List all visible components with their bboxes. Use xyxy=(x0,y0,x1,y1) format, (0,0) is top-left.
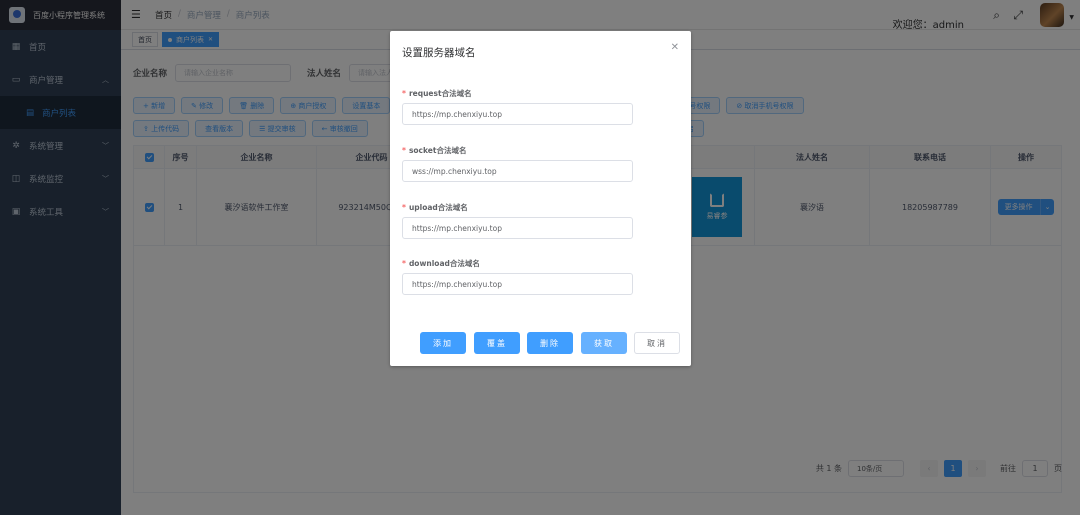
request-domain-label: * request合法域名 xyxy=(402,88,472,99)
download-domain-input[interactable]: https://mp.chenxiyu.top xyxy=(402,273,633,295)
dialog-title: 设置服务器域名 xyxy=(402,47,476,59)
add-button[interactable]: 添加 xyxy=(420,332,466,354)
field-label-text: socket合法域名 xyxy=(408,146,467,155)
fetch-button[interactable]: 获取 xyxy=(581,332,627,354)
required-marker: * xyxy=(402,89,406,98)
socket-domain-input[interactable]: wss://mp.chenxiyu.top xyxy=(402,160,633,182)
upload-domain-label: * upload合法域名 xyxy=(402,202,468,213)
required-marker: * xyxy=(402,146,406,155)
cover-button[interactable]: 覆盖 xyxy=(474,332,520,354)
required-marker: * xyxy=(402,203,406,212)
request-domain-input[interactable]: https://mp.chenxiyu.top xyxy=(402,103,633,125)
field-label-text: download合法域名 xyxy=(408,259,480,268)
close-icon[interactable]: ✕ xyxy=(671,42,679,53)
download-domain-label: * download合法域名 xyxy=(402,258,480,269)
delete-button[interactable]: 删除 xyxy=(527,332,573,354)
cancel-button[interactable]: 取消 xyxy=(634,332,680,354)
field-label-text: upload合法域名 xyxy=(408,203,468,212)
server-domain-dialog: 设置服务器域名 ✕ * request合法域名 https://mp.chenxi… xyxy=(390,31,691,366)
upload-domain-input[interactable]: https://mp.chenxiyu.top xyxy=(402,217,633,239)
socket-domain-label: * socket合法域名 xyxy=(402,145,466,156)
required-marker: * xyxy=(402,259,406,268)
field-label-text: request合法域名 xyxy=(408,89,472,98)
